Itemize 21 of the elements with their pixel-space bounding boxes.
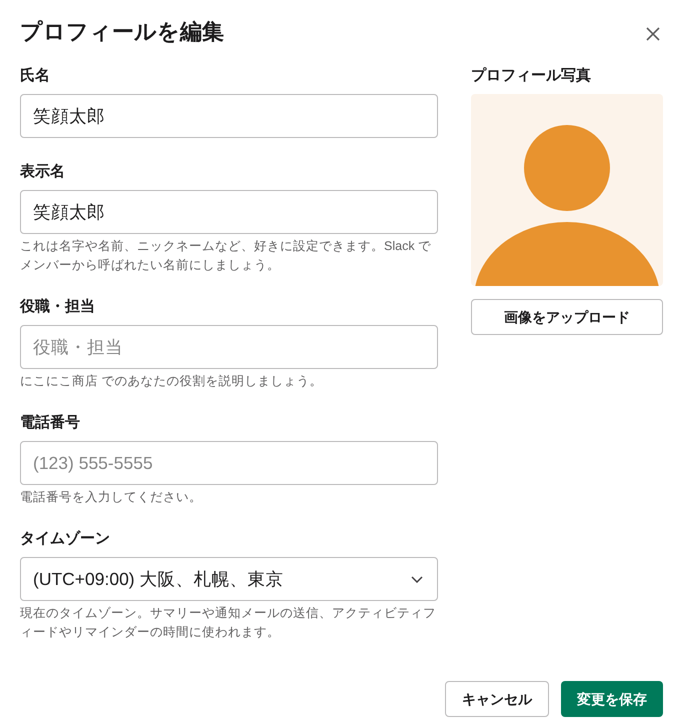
hint-text: これは名字や名前、ニックネームなど、好きに設定できます。Slack でメンバーから呼ばれたい名前にしましょう。 [20, 238, 432, 274]
dialog-title: プロフィールを編集 [20, 18, 224, 46]
close-icon[interactable] [646, 27, 660, 41]
field-label: タイムゾーン [20, 529, 110, 549]
timezone-dropdown[interactable]: (UTC+09:00) 大阪、札幌、東京 [20, 557, 438, 601]
save-button[interactable]: 変更を保存 [561, 681, 663, 717]
field-label: 表示名 [20, 162, 65, 182]
field-label: 電話番号 [20, 413, 80, 433]
chevron-down-icon [411, 576, 423, 582]
upload-image-button[interactable]: 画像をアップロード [471, 299, 663, 335]
text-field[interactable]: (123) 555-5555 [20, 441, 438, 485]
field-label: プロフィール写真 [471, 66, 591, 86]
text-field[interactable]: 笑顔太郎 [20, 94, 438, 138]
hint-text: にこにこ商店 でのあなたの役割を説明しましょう。 [20, 373, 324, 390]
hint-text: 現在のタイムゾーン。サマリーや通知メールの送信、アクティビティフィードやリマインダーの時間に使われます。 [20, 605, 437, 641]
field-label: 役職・担当 [20, 297, 95, 317]
text-field[interactable]: 役職・担当 [20, 325, 438, 369]
cancel-button[interactable]: キャンセル [445, 681, 549, 717]
text-field[interactable]: 笑顔太郎 [20, 190, 438, 234]
field-label: 氏名 [20, 66, 50, 86]
hint-text: 電話番号を入力してください。 [20, 489, 203, 506]
